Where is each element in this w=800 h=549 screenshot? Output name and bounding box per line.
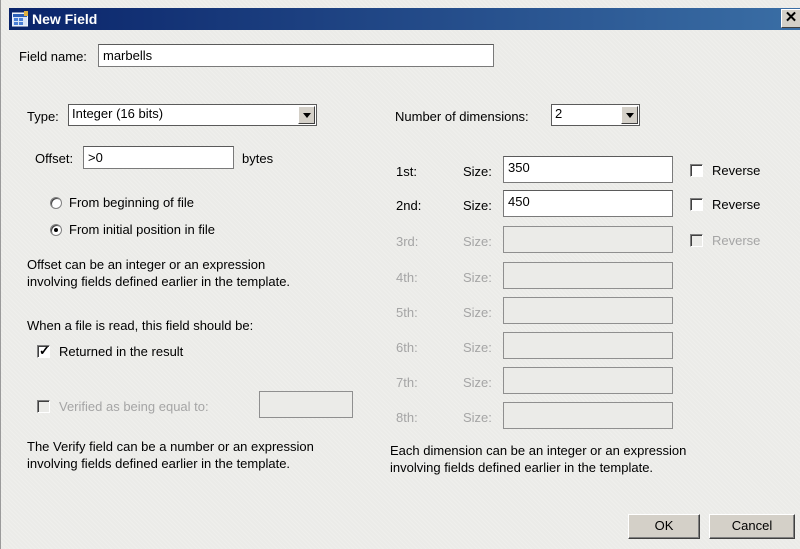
dimension-ordinal-6: 6th: (396, 340, 418, 355)
dimension-ordinal-7: 7th: (396, 375, 418, 390)
num-dimensions-select[interactable]: 2 (551, 104, 640, 126)
offset-help-line2: involving fields defined earlier in the … (27, 274, 291, 289)
chevron-down-icon[interactable] (621, 106, 638, 124)
radio-from-beginning[interactable] (50, 197, 62, 209)
radio-selected-dot (54, 228, 58, 232)
dimension-ordinal-2: 2nd: (396, 198, 422, 213)
dimension-size-input-2[interactable]: 450 (503, 190, 673, 217)
dimension-size-label-6: Size: (463, 340, 492, 355)
checkmark-icon: ✓ (39, 343, 50, 358)
dimension-size-label-1: Size: (463, 164, 492, 179)
verify-help-line2: involving fields defined earlier in the … (27, 456, 291, 471)
radio-from-initial-position-label: From initial position in file (69, 222, 215, 237)
dimension-size-input-3[interactable] (503, 226, 673, 253)
dimension-size-input-5[interactable] (503, 297, 673, 324)
verified-input[interactable] (259, 391, 353, 418)
close-icon: ✕ (784, 9, 798, 26)
dimension-size-input-4[interactable] (503, 262, 673, 289)
app-grid-icon (12, 11, 28, 27)
returned-checkbox[interactable]: ✓ (37, 343, 50, 358)
type-label: Type: (27, 109, 59, 124)
dimension-help-line1: Each dimension can be an integer or an e… (390, 443, 687, 458)
dimension-size-input-6[interactable] (503, 332, 673, 359)
verify-help-line1: The Verify field can be a number or an e… (27, 439, 314, 454)
dimension-size-label-8: Size: (463, 410, 492, 425)
dimension-size-input-1[interactable]: 350 (503, 156, 673, 183)
reverse-checkbox-3[interactable] (690, 234, 703, 247)
reverse-label-2: Reverse (712, 197, 761, 212)
type-select[interactable]: Integer (16 bits) (68, 104, 317, 126)
dimension-ordinal-4: 4th: (396, 270, 418, 285)
reverse-checkbox-2[interactable] (690, 198, 703, 211)
offset-help-line1: Offset can be an integer or an expressio… (27, 257, 266, 272)
chevron-down-icon[interactable] (298, 106, 315, 124)
dimension-size-input-7[interactable] (503, 367, 673, 394)
read-behavior-heading: When a file is read, this field should b… (27, 318, 254, 333)
ok-button[interactable]: OK (628, 514, 700, 539)
field-name-label: Field name: (19, 49, 87, 64)
new-field-dialog: New Field ✕ Field name: marbells Type: I… (0, 0, 800, 549)
field-name-input[interactable]: marbells (98, 44, 494, 67)
verified-checkbox[interactable] (37, 400, 50, 413)
type-select-value: Integer (16 bits) (72, 106, 164, 121)
title-bar: New Field ✕ (9, 8, 800, 30)
dimension-ordinal-1: 1st: (396, 164, 417, 179)
dimension-size-label-2: Size: (463, 198, 492, 213)
offset-input[interactable]: >0 (83, 146, 234, 169)
num-dimensions-label: Number of dimensions: (395, 109, 529, 124)
radio-from-beginning-label: From beginning of file (69, 195, 195, 210)
dimension-ordinal-8: 8th: (396, 410, 418, 425)
dimension-size-label-7: Size: (463, 375, 492, 390)
returned-label: Returned in the result (59, 344, 184, 359)
verified-label: Verified as being equal to: (59, 399, 209, 414)
num-dimensions-value: 2 (555, 106, 563, 121)
close-button[interactable]: ✕ (781, 9, 800, 28)
offset-unit-label: bytes (242, 151, 274, 166)
offset-label: Offset: (35, 151, 74, 166)
reverse-checkbox-1[interactable] (690, 164, 703, 177)
window-title: New Field (32, 11, 98, 27)
dimension-size-label-5: Size: (463, 305, 492, 320)
dimension-ordinal-5: 5th: (396, 305, 418, 320)
reverse-label-3: Reverse (712, 233, 761, 248)
dimension-size-input-8[interactable] (503, 402, 673, 429)
reverse-label-1: Reverse (712, 163, 761, 178)
radio-from-initial-position[interactable] (50, 224, 62, 236)
dimension-help-line2: involving fields defined earlier in the … (390, 460, 654, 475)
dimension-size-label-4: Size: (463, 270, 492, 285)
dimension-ordinal-3: 3rd: (396, 234, 419, 249)
cancel-button[interactable]: Cancel (709, 514, 795, 539)
dimension-size-label-3: Size: (463, 234, 492, 249)
